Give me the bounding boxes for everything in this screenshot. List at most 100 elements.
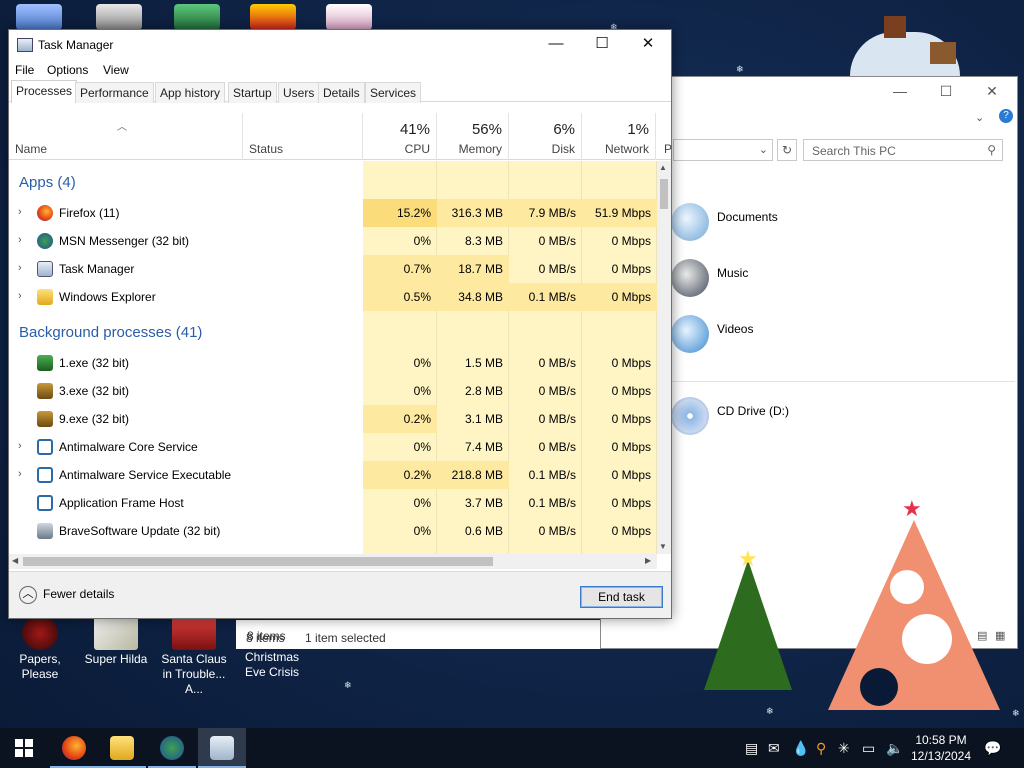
ornament-decoration — [902, 614, 952, 664]
service-window-icon — [37, 467, 53, 483]
column-disk[interactable]: 6% Disk — [509, 113, 582, 160]
chevron-right-icon[interactable]: › — [18, 234, 22, 246]
end-task-button[interactable]: End task — [580, 586, 663, 608]
clock[interactable]: 10:58 PM 12/13/2024 — [905, 732, 977, 764]
scroll-up-icon[interactable]: ▲ — [659, 163, 667, 172]
desktop-icon-partial-3[interactable] — [174, 4, 220, 30]
desktop-icon-super-hilda[interactable]: Super Hilda — [78, 616, 154, 667]
fewer-details-button[interactable]: ︿ Fewer details — [19, 586, 114, 604]
taskbar-task-manager[interactable] — [198, 728, 246, 768]
maximize-icon[interactable]: ☐ — [923, 83, 969, 100]
column-memory[interactable]: 56% Memory — [437, 113, 509, 160]
desktop-icon-papers-please[interactable]: Papers, Please — [2, 616, 78, 682]
tab-performance[interactable]: Performance — [75, 82, 154, 103]
column-name[interactable]: Name — [9, 113, 243, 160]
table-row[interactable]: 9.exe (32 bit) 0.2% 3.1 MB 0 MB/s 0 Mbps — [9, 405, 657, 433]
chevron-down-icon[interactable]: ⌄ — [975, 111, 984, 124]
ornament-decoration — [890, 570, 924, 604]
desktop-icon-christmas-eve-crisis[interactable]: Christmas Eve Crisis — [234, 650, 310, 680]
minimize-icon[interactable]: — — [877, 83, 923, 99]
title-bar[interactable]: Task Manager — ☐ ✕ — [9, 30, 671, 60]
tab-services[interactable]: Services — [365, 82, 422, 103]
refresh-button[interactable]: ↻ — [777, 139, 797, 161]
firefox-icon — [62, 736, 86, 760]
desktop-icon-santa-claus[interactable]: Santa Claus in Trouble... A... — [156, 616, 232, 697]
taskbar-file-explorer[interactable] — [98, 728, 146, 768]
scroll-left-icon[interactable]: ◀ — [12, 556, 18, 565]
scroll-thumb[interactable] — [23, 557, 493, 566]
tray-app-icon[interactable]: ✉ — [768, 740, 780, 757]
chevron-right-icon[interactable]: › — [18, 262, 22, 274]
column-overflow[interactable]: P — [664, 142, 672, 156]
papers-please-icon — [22, 616, 58, 650]
table-row[interactable]: BraveSoftware Update (32 bit) 0% 0.6 MB … — [9, 517, 657, 545]
start-button[interactable] — [0, 728, 48, 768]
chevron-right-icon[interactable]: › — [18, 468, 22, 480]
scroll-right-icon[interactable]: ▶ — [645, 556, 651, 565]
network-icon[interactable]: ▭ — [862, 740, 875, 757]
chevron-right-icon[interactable]: › — [18, 206, 22, 218]
clock-time: 10:58 PM — [915, 733, 967, 747]
help-icon[interactable]: ? — [999, 109, 1013, 123]
table-row[interactable]: › Antimalware Core Service 0% 7.4 MB 0 M… — [9, 433, 657, 461]
column-status[interactable]: Status — [243, 113, 363, 160]
close-icon[interactable]: ✕ — [969, 83, 1015, 100]
scroll-thumb[interactable] — [660, 179, 668, 209]
vertical-scrollbar[interactable]: ▲ ▼ — [657, 161, 671, 554]
table-row[interactable]: › Task Manager 0.7% 18.7 MB 0 MB/s 0 Mbp… — [9, 255, 657, 283]
table-row[interactable]: › MSN Messenger (32 bit) 0% 8.3 MB 0 MB/… — [9, 227, 657, 255]
music-icon — [671, 259, 709, 297]
table-row[interactable]: › Antimalware Service Executable 0.2% 21… — [9, 461, 657, 489]
notification-icon[interactable]: 💬 — [984, 740, 1001, 757]
chevron-down-icon[interactable]: ⌄ — [759, 143, 768, 156]
folder-icon — [37, 289, 53, 305]
taskbar: ▤ ✉ 💧 ⚲ ✳ ▭ 🔈 10:58 PM 12/13/2024 💬 — [0, 728, 1024, 768]
msn-messenger-icon — [37, 233, 53, 249]
table-row[interactable]: Application Frame Host 0% 3.7 MB 0.1 MB/… — [9, 489, 657, 517]
desktop-icon-partial-4[interactable] — [250, 4, 296, 30]
tab-details[interactable]: Details — [318, 82, 365, 103]
star-icon: ★ — [902, 496, 922, 521]
chevron-right-icon[interactable]: › — [18, 290, 22, 302]
tray-drop-icon[interactable]: 💧 — [792, 740, 809, 757]
christmas-tree-decoration — [704, 560, 792, 690]
sleigh-decoration — [800, 6, 980, 76]
table-row[interactable]: › Windows Explorer 0.5% 34.8 MB 0.1 MB/s… — [9, 283, 657, 311]
column-cpu[interactable]: 41% CPU — [363, 113, 437, 160]
taskbar-firefox[interactable] — [50, 728, 98, 768]
volume-icon[interactable]: 🔈 — [886, 740, 903, 757]
minimize-button[interactable]: — — [533, 30, 579, 60]
window-title: Task Manager — [38, 38, 114, 52]
search-input[interactable]: Search This PC ⚲ — [803, 139, 1003, 161]
close-button[interactable]: ✕ — [625, 30, 671, 60]
desktop-icon-partial-2[interactable] — [96, 4, 142, 30]
menu-view[interactable]: View — [103, 63, 129, 77]
update-icon — [37, 523, 53, 539]
horizontal-scrollbar[interactable]: ◀ ▶ — [9, 554, 657, 569]
documents-icon — [671, 203, 709, 241]
menu-file[interactable]: File — [15, 63, 34, 77]
maximize-button[interactable]: ☐ — [579, 30, 625, 60]
tab-processes[interactable]: Processes — [11, 80, 78, 103]
menu-options[interactable]: Options — [47, 63, 88, 77]
desktop-icon-partial-1[interactable] — [16, 4, 62, 30]
explorer-status-strip — [236, 620, 601, 649]
snowflake-icon[interactable]: ✳ — [838, 740, 850, 757]
table-row[interactable]: 3.exe (32 bit) 0% 2.8 MB 0 MB/s 0 Mbps — [9, 377, 657, 405]
super-hilda-icon — [94, 616, 138, 650]
tab-users[interactable]: Users — [278, 82, 320, 103]
address-bar[interactable]: ⌄ — [673, 139, 773, 161]
tray-app-icon[interactable]: ▤ — [745, 740, 758, 757]
tab-app-history[interactable]: App history — [155, 82, 226, 103]
chevron-right-icon[interactable]: › — [18, 440, 22, 452]
tab-startup[interactable]: Startup — [228, 82, 277, 103]
desktop-icon-partial-5[interactable] — [326, 4, 372, 30]
column-network[interactable]: 1% Network — [582, 113, 656, 160]
taskbar-msn-messenger[interactable] — [148, 728, 196, 768]
table-row[interactable]: › Firefox (11) 15.2% 316.3 MB 7.9 MB/s 5… — [9, 199, 657, 227]
search-icon[interactable]: ⚲ — [816, 740, 826, 757]
ornament-decoration — [860, 668, 898, 706]
scroll-down-icon[interactable]: ▼ — [659, 542, 667, 551]
table-row[interactable]: 1.exe (32 bit) 0% 1.5 MB 0 MB/s 0 Mbps — [9, 349, 657, 377]
desktop-icon-label: Santa Claus in Trouble... A... — [161, 652, 227, 696]
